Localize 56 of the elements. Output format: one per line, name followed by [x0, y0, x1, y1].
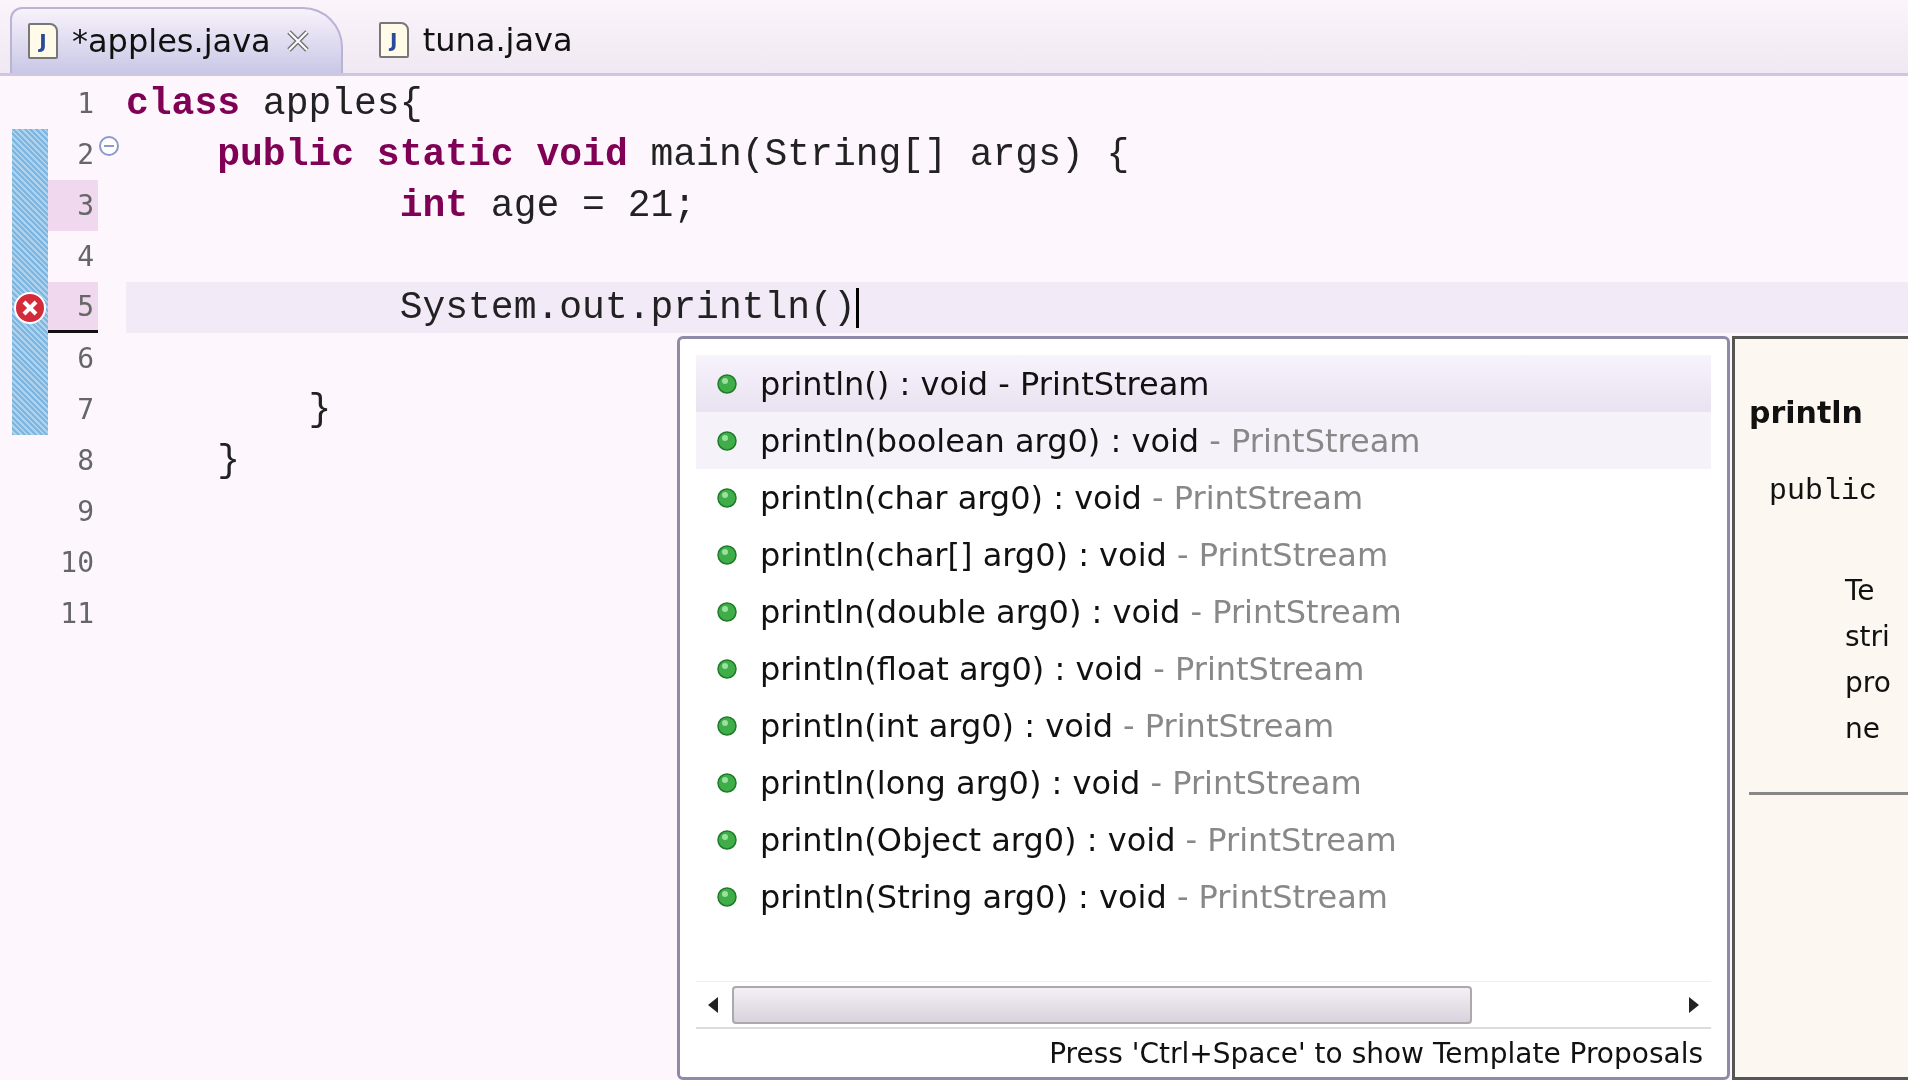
method-icon: [716, 486, 738, 509]
line-number: 8: [76, 443, 95, 479]
line-number: 7: [76, 392, 95, 428]
line-number: 11: [59, 596, 95, 632]
editor-tab[interactable]: J tuna.java: [362, 7, 603, 73]
proposal-item[interactable]: println(char[] arg0) : void - PrintStream: [696, 526, 1711, 583]
close-icon[interactable]: [284, 28, 311, 54]
code-line: }: [307, 388, 332, 431]
proposal-item[interactable]: println() : void - PrintStream: [696, 355, 1711, 412]
horizontal-scrollbar[interactable]: [696, 981, 1711, 1027]
proposal-item[interactable]: println(float arg0) : void - PrintStream: [696, 640, 1711, 697]
method-icon: [716, 885, 738, 908]
collapse-icon[interactable]: [98, 135, 120, 157]
proposal-item[interactable]: println(String arg0) : void - PrintStream: [696, 868, 1711, 925]
java-file-icon: J: [378, 22, 409, 58]
proposal-item[interactable]: println(Object arg0) : void - PrintStream: [696, 811, 1711, 868]
proposal-item[interactable]: println(char arg0) : void - PrintStream: [696, 469, 1711, 526]
editor-tab[interactable]: J *apples.java: [10, 7, 343, 73]
code-line: }: [216, 439, 241, 482]
code-line: public static void main(String[] args) {: [216, 133, 1130, 176]
line-number: 10: [59, 545, 95, 581]
error-icon: [13, 290, 47, 325]
proposal-item[interactable]: println(long arg0) : void - PrintStream: [696, 754, 1711, 811]
method-icon: [716, 600, 738, 623]
doc-text: Te: [1845, 573, 1876, 609]
method-icon: [716, 429, 738, 452]
doc-title: println: [1749, 395, 1864, 430]
code-line: System.out.println(): [398, 286, 856, 329]
proposal-item[interactable]: println(double arg0) : void - PrintStream: [696, 583, 1711, 640]
line-number: 2: [76, 137, 95, 173]
doc-signature: public: [1769, 474, 1879, 508]
method-icon: [716, 828, 738, 851]
java-file-icon: J: [28, 23, 58, 59]
method-icon: [716, 714, 738, 737]
doc-text: ne: [1845, 711, 1881, 747]
line-number: 5: [48, 282, 98, 333]
line-number: 9: [76, 494, 95, 530]
line-number: 4: [76, 239, 95, 275]
proposal-item[interactable]: println(boolean arg0) : void - PrintStream: [696, 412, 1711, 469]
scroll-left-icon[interactable]: [706, 994, 720, 1015]
hint-text: Press 'Ctrl+Space' to show Template Proposals: [696, 1027, 1711, 1077]
method-icon: [716, 543, 738, 566]
line-number: 3: [48, 180, 98, 231]
doc-text: stri: [1845, 619, 1891, 655]
code-line: int age = 21;: [398, 184, 697, 227]
method-icon: [716, 771, 738, 794]
code-line: class apples{: [126, 82, 423, 125]
method-icon: [716, 372, 738, 395]
doc-text: pro: [1845, 665, 1892, 701]
scroll-right-icon[interactable]: [1687, 994, 1701, 1015]
line-number: 1: [76, 86, 95, 122]
text-cursor: [855, 287, 859, 328]
scrollbar-thumb[interactable]: [732, 985, 1472, 1024]
proposal-item[interactable]: println(int arg0) : void - PrintStream: [696, 697, 1711, 754]
line-number: 6: [76, 341, 95, 377]
method-icon: [716, 657, 738, 680]
